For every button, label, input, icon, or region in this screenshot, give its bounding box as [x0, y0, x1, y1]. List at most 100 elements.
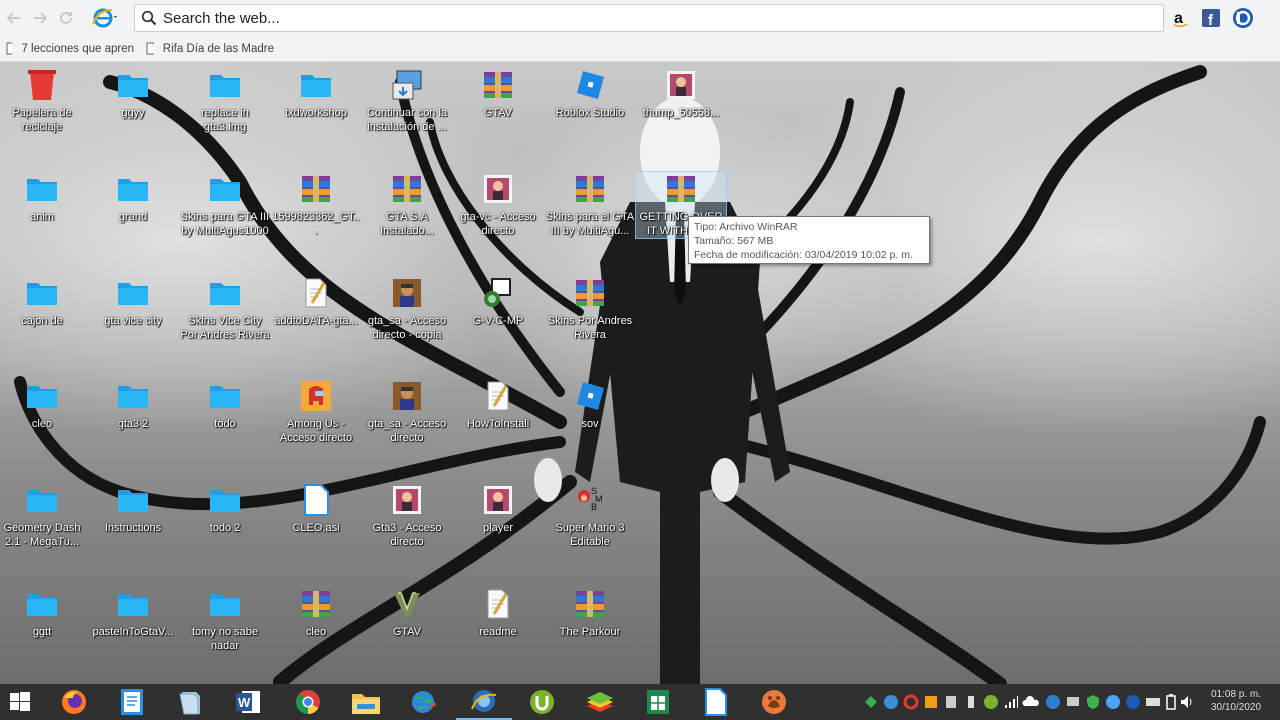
taskbar-chrome[interactable]: [280, 684, 336, 720]
forward-button[interactable]: [27, 5, 53, 31]
desktop-icon[interactable]: HowToInstall: [453, 379, 543, 431]
desktop-icon[interactable]: Skins para GTA III by MultiAgus1000: [180, 172, 270, 238]
desktop-icon-label: Continuar con la instalación de ...: [366, 107, 448, 133]
taskbar-paw[interactable]: [746, 684, 802, 720]
tray-network-icon[interactable]: [1002, 693, 1020, 711]
taskbar-ie[interactable]: [456, 684, 512, 720]
desktop-icon[interactable]: Gta3 - Acceso directo: [362, 483, 452, 549]
folder-icon: [25, 483, 59, 517]
desktop-icon[interactable]: CLEO.asi: [271, 483, 361, 535]
ie-menu-button[interactable]: [85, 5, 125, 31]
desktop-icon[interactable]: tomy no sabe nadar: [180, 587, 270, 653]
bookmark-item[interactable]: 7 lecciones que apren: [0, 38, 140, 60]
desktop-icon[interactable]: Geometry Dash 2.1 - MegaTu...: [0, 483, 87, 549]
bookmark-item[interactable]: Rifa Día de las Madre: [140, 38, 280, 60]
desktop-icon[interactable]: 1599823362_GT...: [271, 172, 361, 238]
tray-chat-icon[interactable]: [1064, 693, 1082, 711]
desktop-icon[interactable]: todo: [180, 379, 270, 431]
desktop-icon[interactable]: Papelera de reciclaje: [0, 68, 87, 134]
tray-blue-icon[interactable]: [1044, 693, 1062, 711]
desktop-icon[interactable]: readme: [453, 587, 543, 639]
taskbar-utorrent[interactable]: [514, 684, 570, 720]
desktop-icon[interactable]: Instructions: [88, 483, 178, 535]
desktop-icon[interactable]: Among Us - Acceso directo: [271, 379, 361, 445]
ie-icon: [92, 8, 117, 28]
tray-shield-icon[interactable]: [1084, 693, 1102, 711]
desktop-icon[interactable]: Roblox Studio: [545, 68, 635, 120]
desktop-icon[interactable]: The Parkour: [545, 587, 635, 639]
paw-icon: [762, 690, 786, 714]
tray-opera-icon[interactable]: [902, 693, 920, 711]
desktop-icon[interactable]: pasteInToGtaV...: [88, 587, 178, 639]
desktop-icon[interactable]: gta_sa - Acceso directo - copia: [362, 276, 452, 342]
desktop-icon[interactable]: gta vice city: [88, 276, 178, 328]
desktop[interactable]: Papelera de reciclaje ggyy replace in gta3…: [0, 62, 1280, 684]
desktop-icon-label: tomy no sabe nadar: [191, 626, 259, 652]
desktop-icon[interactable]: G-V-C-MP: [453, 276, 543, 328]
taskbar-file-explorer[interactable]: [338, 684, 394, 720]
desktop-icon[interactable]: cleo: [0, 379, 87, 431]
taskbar-bluestacks[interactable]: [572, 684, 628, 720]
search-box[interactable]: [134, 4, 1164, 32]
desktop-icon[interactable]: ggyy: [88, 68, 178, 120]
desktop-icon[interactable]: ggtt: [0, 587, 87, 639]
desktop-icon[interactable]: GTAV: [453, 68, 543, 120]
desktop-icon[interactable]: sov: [545, 379, 635, 431]
taskbar-files[interactable]: [162, 684, 218, 720]
back-button[interactable]: [1, 5, 27, 31]
tray-d-icon[interactable]: [1124, 693, 1142, 711]
tray-utorrent-icon[interactable]: [982, 693, 1000, 711]
extension-d-icon[interactable]: [1232, 7, 1254, 29]
desktop-icon[interactable]: player: [453, 483, 543, 535]
reload-button[interactable]: [53, 5, 79, 31]
desktop-icon[interactable]: thump_50558...: [636, 68, 726, 120]
desktop-icon-label: gta_sa - Acceso directo - copia: [367, 315, 447, 341]
desktop-icon[interactable]: addtoDATA-gta...: [271, 276, 361, 328]
tray-keyboard-icon[interactable]: [1144, 693, 1162, 711]
taskbar-clock[interactable]: 01:08 p. m. 30/10/2020: [1196, 688, 1276, 714]
roblox-icon: [573, 379, 607, 413]
desktop-icon[interactable]: Skins Vice City Por Andres Rivera: [180, 276, 270, 342]
tray-globe-icon[interactable]: [882, 693, 900, 711]
search-input[interactable]: [163, 9, 1123, 27]
desktop-icon[interactable]: anim: [0, 172, 87, 224]
tray-green-icon[interactable]: [862, 693, 880, 711]
desktop-icon-label: todo: [214, 418, 236, 430]
desktop-icon[interactable]: gta-vc - Acceso directo: [453, 172, 543, 238]
start-button[interactable]: [0, 684, 40, 720]
desktop-icon[interactable]: replace in gta3.img: [180, 68, 270, 134]
tray-volume-icon[interactable]: [1178, 693, 1196, 711]
taskbar-word[interactable]: W: [220, 684, 276, 720]
tray-onedrive-icon[interactable]: [1022, 693, 1040, 711]
gta-sa-icon: [390, 379, 424, 413]
facebook-icon[interactable]: f: [1200, 7, 1222, 29]
desktop-icon[interactable]: GTAV: [362, 587, 452, 639]
tray-usb-icon[interactable]: [962, 693, 980, 711]
desktop-icon[interactable]: todo 2: [180, 483, 270, 535]
desktop-icon[interactable]: Skins para el GTA III by MultiAgu...: [545, 172, 635, 238]
taskbar-excel[interactable]: [630, 684, 686, 720]
desktop-icon[interactable]: Skins Por Andres Rivera: [545, 276, 635, 342]
notepad-icon: [121, 689, 143, 715]
desktop-icon[interactable]: S M B Super Mario 3 Editable: [545, 483, 635, 549]
desktop-icon[interactable]: gta3 2: [88, 379, 178, 431]
browser-toolbar: a f: [0, 0, 1280, 36]
taskbar-firefox[interactable]: [46, 684, 102, 720]
folder-icon: [25, 379, 59, 413]
desktop-icon[interactable]: txdworkshop: [271, 68, 361, 120]
taskbar-globe[interactable]: [396, 684, 452, 720]
desktop-icon[interactable]: GTA S.A Instalado...: [362, 172, 452, 238]
desktop-icon[interactable]: cajon de: [0, 276, 87, 328]
desktop-icon[interactable]: cleo: [271, 587, 361, 639]
taskbar-document[interactable]: [688, 684, 744, 720]
tray-app-icon[interactable]: [922, 693, 940, 711]
amazon-icon[interactable]: a: [1170, 7, 1192, 29]
clock-time: 01:08 p. m.: [1210, 689, 1262, 700]
desktop-icon[interactable]: gta_sa - Acceso directo: [362, 379, 452, 445]
folder-icon: [116, 172, 150, 206]
tray-app2-icon[interactable]: [1104, 693, 1122, 711]
desktop-icon[interactable]: Continuar con la instalación de ...: [362, 68, 452, 134]
desktop-icon[interactable]: grand: [88, 172, 178, 224]
tray-device-icon[interactable]: [942, 693, 960, 711]
taskbar-notepad[interactable]: [104, 684, 160, 720]
